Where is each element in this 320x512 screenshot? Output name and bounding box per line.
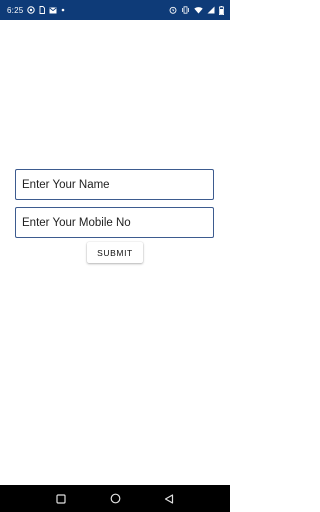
vibrate-icon: [181, 6, 190, 14]
navigation-bar: [0, 485, 230, 512]
submit-button[interactable]: SUBMIT: [87, 242, 143, 263]
recents-button[interactable]: [49, 487, 73, 511]
back-icon: [164, 493, 174, 504]
status-bar-left: 6:25: [7, 6, 65, 15]
name-input[interactable]: Enter Your Name: [15, 169, 214, 200]
mobile-input-placeholder: Enter Your Mobile No: [22, 216, 131, 229]
dot-icon: [61, 8, 65, 12]
status-bar: 6:25: [0, 0, 230, 20]
alarm-icon: [169, 6, 177, 14]
name-input-placeholder: Enter Your Name: [22, 178, 110, 191]
status-time: 6:25: [7, 5, 24, 15]
back-button[interactable]: [157, 487, 181, 511]
mail-icon: [49, 7, 57, 14]
wifi-icon: [194, 6, 203, 14]
home-button[interactable]: [103, 487, 127, 511]
notification-icon: [27, 6, 36, 14]
mobile-number-input[interactable]: Enter Your Mobile No: [15, 207, 214, 238]
sim-icon: [39, 6, 46, 14]
signal-icon: [207, 6, 215, 14]
recents-icon: [56, 493, 66, 504]
submit-button-label: SUBMIT: [97, 247, 133, 258]
app-screen: 6:25 Enter Your Name Enter Your Mobile N…: [0, 0, 230, 512]
battery-icon: [219, 5, 224, 15]
status-bar-right: [169, 5, 224, 15]
home-icon: [110, 493, 121, 504]
